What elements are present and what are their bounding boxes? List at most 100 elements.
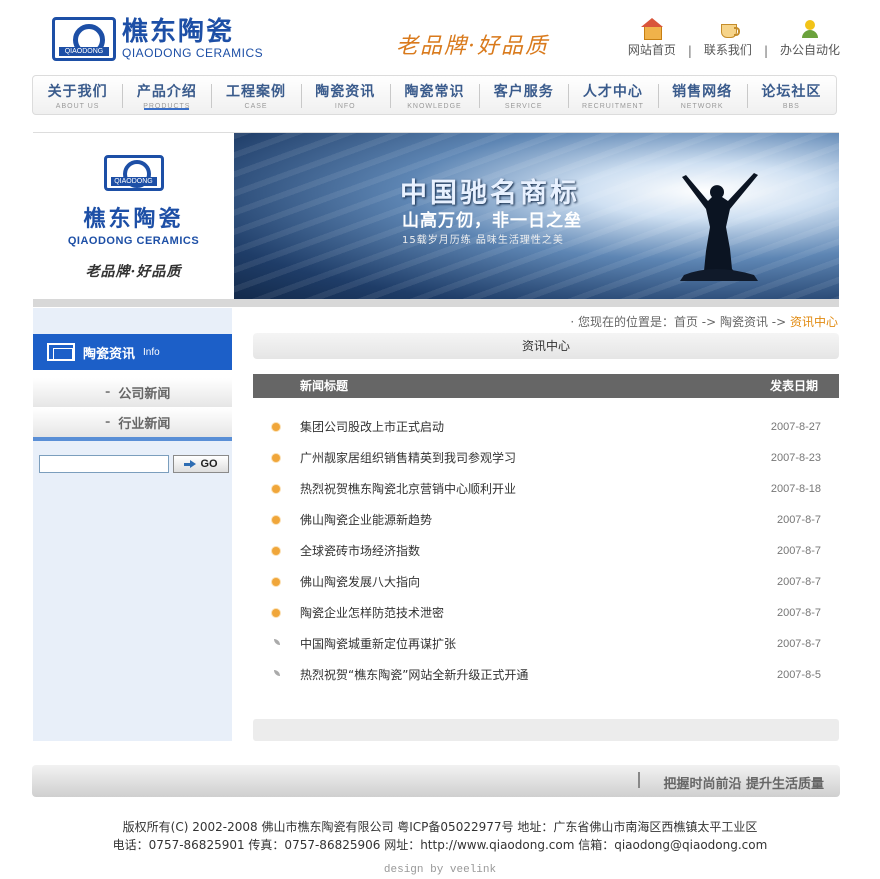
sidebar-item-company-news[interactable]: - 公司新闻 xyxy=(33,378,232,408)
list-item[interactable]: 广州靓家居组织销售精英到我司参观学习 2007-8-23 xyxy=(253,442,839,473)
bullet-leaf-icon xyxy=(274,639,280,645)
nav-label-en: INFO xyxy=(334,102,356,110)
banner-brand: QIAODONG 樵东陶瓷 QIAODONG CERAMICS 老品牌·好品质 xyxy=(33,133,234,299)
news-title-link[interactable]: 广州靓家居组织销售精英到我司参观学习 xyxy=(300,449,516,466)
sidebar-gap xyxy=(33,370,232,378)
bullet-dot-icon xyxy=(272,516,280,524)
silhouette-figure-icon xyxy=(680,173,758,281)
copyright-line: 版权所有(C) 2002-2008 佛山市樵东陶瓷有限公司 粤ICP备05022… xyxy=(122,820,758,834)
nav-service[interactable]: 客户服务 SERVICE xyxy=(479,76,568,114)
list-item[interactable]: 全球瓷砖市场经济指数 2007-8-7 xyxy=(253,535,839,566)
news-date: 2007-8-7 xyxy=(776,513,821,526)
nav-label-en: KNOWLEDGE xyxy=(407,102,462,110)
news-title-link[interactable]: 热烈祝贺“樵东陶瓷”网站全新升级正式开通 xyxy=(300,666,528,683)
banner-title: 中国驰名商标 xyxy=(400,178,580,209)
banner-divider xyxy=(33,299,839,307)
breadcrumb-path: · 您现在的位置是：首页 -> 陶瓷资讯 -> xyxy=(570,315,790,329)
nav-recruitment[interactable]: 人才中心 RECRUITMENT xyxy=(568,76,657,114)
list-item[interactable]: 热烈祝贺樵东陶瓷北京营销中心顺利开业 2007-8-18 xyxy=(253,473,839,504)
site-logo[interactable]: QIAODONG 樵东陶瓷 QIAODONG CERAMICS xyxy=(52,14,264,64)
column-header-title: 新闻标题 xyxy=(300,379,349,393)
nav-label: 关于我们 xyxy=(47,83,108,100)
nav-label: 论坛社区 xyxy=(761,83,822,100)
main-nav: 关于我们 ABOUT US 产品介绍 PRODUCTS 工程案例 CASE 陶瓷资讯 I… xyxy=(32,75,837,115)
top-link-separator: | xyxy=(687,44,692,58)
news-title-link[interactable]: 热烈祝贺樵东陶瓷北京营销中心顺利开业 xyxy=(300,480,516,497)
home-link[interactable]: 网站首页 xyxy=(627,18,676,58)
go-button[interactable]: GO xyxy=(173,455,229,473)
breadcrumb: · 您现在的位置是：首页 -> 陶瓷资讯 -> 资讯中心 xyxy=(570,313,838,330)
sidebar-title-en: Info xyxy=(143,346,160,358)
nav-label: 销售网络 xyxy=(672,83,733,100)
nav-label-en: PRODUCTS xyxy=(143,102,191,110)
news-list-header: 新闻标题 发表日期 xyxy=(253,374,839,398)
bullet-dot-icon xyxy=(272,578,280,586)
go-button-label: GO xyxy=(200,458,218,470)
list-item[interactable]: 佛山陶瓷发展八大指向 2007-8-7 xyxy=(253,566,839,597)
banner-image: 中国驰名商标 山高万仞，非一日之垒 15载岁月历练 品味生活理性之美 xyxy=(234,133,839,299)
nav-label-en: ABOUT US xyxy=(55,102,100,110)
news-title-link[interactable]: 佛山陶瓷企业能源新趋势 xyxy=(300,511,432,528)
banner-subtitle: 山高万仞，非一日之垒 xyxy=(402,211,582,231)
nav-network[interactable]: 销售网络 NETWORK xyxy=(657,76,747,114)
contact-link[interactable]: 联系我们 xyxy=(704,20,752,58)
nav-label: 客户服务 xyxy=(493,83,554,100)
nav-about[interactable]: 关于我们 ABOUT US xyxy=(33,76,122,114)
home-icon xyxy=(640,18,663,40)
nav-products[interactable]: 产品介绍 PRODUCTS xyxy=(122,76,211,114)
sidebar-menu: - 公司新闻 - 行业新闻 xyxy=(33,378,232,438)
home-link-label: 网站首页 xyxy=(627,43,676,57)
list-item[interactable]: 热烈祝贺“樵东陶瓷”网站全新升级正式开通 2007-8-5 xyxy=(253,659,839,690)
news-date: 2007-8-7 xyxy=(776,544,821,557)
window-icon xyxy=(47,343,75,361)
list-item[interactable]: 陶瓷企业怎样防范技术泄密 2007-8-7 xyxy=(253,597,839,628)
logo-name-en: QIAODONG CERAMICS xyxy=(122,46,264,60)
copyright: 版权所有(C) 2002-2008 佛山市樵东陶瓷有限公司 粤ICP备05022… xyxy=(0,818,880,854)
nav-label-en: NETWORK xyxy=(680,102,724,110)
news-list: 集团公司股改上市正式启动 2007-8-27 广州靓家居组织销售精英到我司参观学习… xyxy=(253,411,839,690)
nav-label-en: RECRUITMENT xyxy=(581,102,644,110)
news-date: 2007-8-7 xyxy=(776,637,821,650)
banner-brand-slogan: 老品牌·好品质 xyxy=(85,264,182,280)
contact-link-label: 联系我们 xyxy=(703,43,752,57)
nav-label: 产品介绍 xyxy=(136,83,197,100)
news-list-footer xyxy=(253,719,839,741)
nav-label-en: CASE xyxy=(244,102,268,110)
bullet-dot-icon xyxy=(272,609,280,617)
nav-label: 工程案例 xyxy=(226,83,287,100)
header-slogan: 老品牌·好品质 xyxy=(396,34,549,59)
news-title-link[interactable]: 全球瓷砖市场经济指数 xyxy=(300,542,420,559)
bullet-dot-icon xyxy=(272,485,280,493)
section-title: 资讯中心 xyxy=(253,333,839,359)
office-link[interactable]: 办公自动化 xyxy=(780,20,840,58)
news-title-link[interactable]: 陶瓷企业怎样防范技术泄密 xyxy=(300,604,444,621)
nav-info[interactable]: 陶瓷资讯 INFO xyxy=(300,76,390,114)
news-date: 2007-8-5 xyxy=(776,668,821,681)
banner-brand-cn: 樵东陶瓷 xyxy=(83,206,184,232)
news-title-link[interactable]: 中国陶瓷城重新定位再谋扩张 xyxy=(300,635,456,652)
logo-name-cn: 樵东陶瓷 xyxy=(122,17,235,47)
banner-brand-en: QIAODONG CERAMICS xyxy=(67,235,200,247)
nav-label: 陶瓷常识 xyxy=(404,83,465,100)
list-item[interactable]: 佛山陶瓷企业能源新趋势 2007-8-7 xyxy=(253,504,839,535)
bullet-dot-icon xyxy=(272,423,280,431)
nav-knowledge[interactable]: 陶瓷常识 KNOWLEDGE xyxy=(389,76,479,114)
search-input[interactable] xyxy=(39,455,169,473)
list-item[interactable]: 中国陶瓷城重新定位再谋扩张 2007-8-7 xyxy=(253,628,839,659)
news-title-link[interactable]: 佛山陶瓷发展八大指向 xyxy=(300,573,420,590)
sidebar-item-industry-news[interactable]: - 行业新闻 xyxy=(33,408,232,438)
search-form: GO xyxy=(39,455,229,473)
news-title-link[interactable]: 集团公司股改上市正式启动 xyxy=(300,418,444,435)
sidebar-divider xyxy=(33,437,232,441)
nav-case[interactable]: 工程案例 CASE xyxy=(211,76,300,114)
office-link-label: 办公自动化 xyxy=(779,43,840,57)
logo-mark-icon: QIAODONG xyxy=(52,17,116,61)
top-link-separator: | xyxy=(763,44,768,58)
dash-icon: - xyxy=(105,385,111,400)
design-credit[interactable]: design by veelink xyxy=(0,864,880,876)
sidebar-item-label: 公司新闻 xyxy=(118,387,171,402)
cup-icon xyxy=(717,20,740,38)
nav-bbs[interactable]: 论坛社区 BBS xyxy=(746,76,836,114)
list-item[interactable]: 集团公司股改上市正式启动 2007-8-27 xyxy=(253,411,839,442)
bullet-dot-icon xyxy=(272,454,280,462)
